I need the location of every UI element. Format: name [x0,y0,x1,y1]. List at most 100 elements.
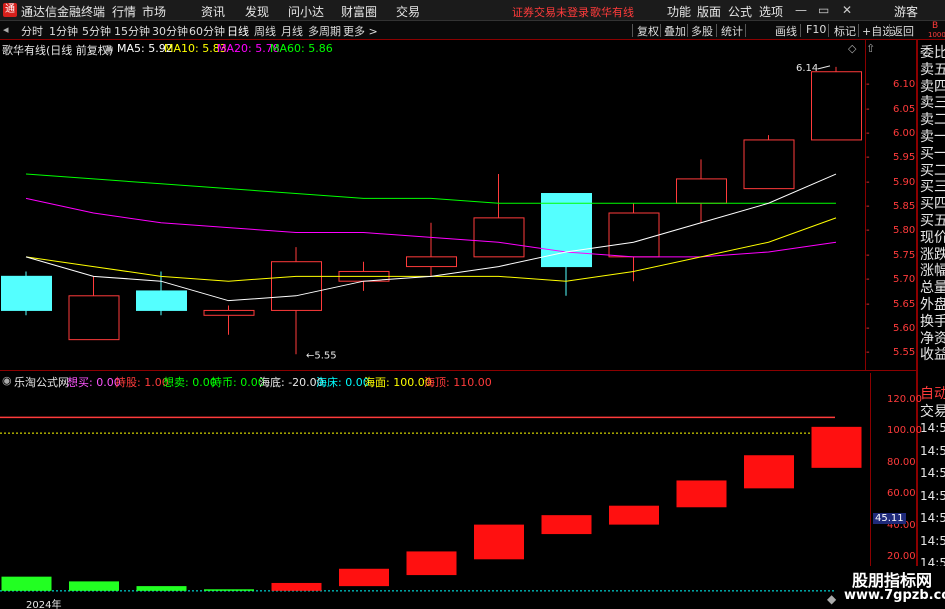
indicator-bar [811,426,862,468]
watermark: 股朋指标网 www.7gpzb.com [838,566,945,609]
tool-back[interactable]: 返回 [892,23,914,39]
indicator-field: 海顶: 110.00 [424,376,492,389]
price-tick: - [866,249,870,261]
back-arrow-icon[interactable]: ◂ [3,23,9,36]
price-tick: - [866,322,870,334]
user-guest[interactable]: 游客 [894,3,918,20]
candle-body [473,217,525,258]
tool-f10[interactable]: F10 [806,23,826,36]
period-monthly[interactable]: 月线 [281,23,303,39]
settings-dot-icon[interactable]: ◉ [104,42,114,55]
toolbar-divider [716,24,717,37]
panel-divider [0,370,917,371]
indicator-chart[interactable] [0,389,870,594]
price-tick-label: 5.90 [893,176,916,188]
period-60min[interactable]: 60分钟 [189,23,225,39]
candle-body [608,212,660,258]
candlestick-chart[interactable]: 6.14 ←5.55 [0,56,865,370]
menu-xuanxiang[interactable]: 选项 [759,3,783,20]
menu-jiaoyi[interactable]: 交易 [396,3,420,20]
indicator-field: 海床: 0.00 [316,376,370,389]
scroll-handle-icon[interactable]: ◆ [827,592,836,606]
tool-biaoji[interactable]: 标记 [834,23,856,39]
indicator-field: 想卖: 0.00 [163,376,217,389]
indicator-bar [474,524,524,560]
candle-body [676,178,727,204]
tool-tongji[interactable]: 统计 [721,23,743,39]
tool-diejia[interactable]: 叠加 [664,23,686,39]
candle [406,222,457,277]
ma60-value: MA60: 5.86 [270,42,333,55]
diamond-icon[interactable]: ◇ [848,42,856,55]
price-tick-label: 5.75 [893,249,916,261]
tool-fuquan[interactable]: 复权 [637,23,659,39]
indicator-bar [406,551,457,576]
corner-b: B [932,21,939,31]
indicator-field: 海面: 100.00 [364,376,432,389]
menu-shichang[interactable]: 市场 [142,3,166,20]
side-lower-item: 交易 [920,404,945,420]
indicator-axis: 120.00100.0080.0060.0040.0020.000.0045.1… [871,389,922,594]
menu-gongshi[interactable]: 公式 [728,3,752,20]
period-daily[interactable]: 日线 [227,23,249,39]
time-axis-bar: 2024年 ◆ [0,592,917,609]
candle [68,276,120,341]
title-stock-name: 歌华有线 [590,6,634,19]
tool-duogu[interactable]: 多股 [691,23,713,39]
menu-gongneng[interactable]: 功能 [667,3,691,20]
period-30min[interactable]: 30分钟 [152,23,188,39]
period-15min[interactable]: 15分钟 [114,23,150,39]
toolbar-divider [632,24,633,37]
toolbar-divider [660,24,661,37]
side-time: 14:56 [920,533,945,548]
indicator-tick-label: 80.00 [887,456,916,468]
side-time: 14:56 [920,466,945,480]
restore-icon[interactable]: ▭ [818,3,829,17]
period-1min[interactable]: 1分钟 [49,23,78,39]
quote-side-panel: 委比 卖五 卖四 卖三 卖二 卖一 买一 买二 买三 买四 买五 现价 涨跌 涨幅 总量 外盘 换手 净资 收益 自动… [917,40,945,609]
menu-faxian[interactable]: 发现 [245,3,269,20]
indicator-name: 乐淘公式网 [14,376,69,389]
period-multi[interactable]: 多周期 [308,23,341,39]
price-tick: - [866,274,870,286]
indicator-bar [136,586,187,591]
menu-banmian[interactable]: 版面 [697,3,721,20]
price-tick-label: 5.80 [893,225,916,237]
indicator-field: 想买: 0.00 [67,376,121,389]
menu-wenxiaoda[interactable]: 问小达 [288,3,324,20]
period-fenshi[interactable]: 分时 [21,23,43,39]
candle [743,135,795,190]
indicator-tick-label: 60.00 [887,488,916,500]
close-icon[interactable]: ✕ [842,3,852,17]
price-tick: - [866,225,870,237]
period-more[interactable]: 更多 > [343,23,378,39]
candle-body [203,309,255,316]
side-time: 14:56 [920,488,945,503]
price-tick: - [866,347,870,359]
minimize-icon[interactable]: — [795,3,807,17]
settings-dot-icon[interactable]: ◉ [2,374,12,387]
side-time: 14:56 [920,443,945,458]
up-arrow-icon[interactable]: ⇧ [866,42,875,55]
toolbar-divider [858,24,859,37]
candle-body [136,290,187,311]
price-tick-label: 5.85 [893,201,916,213]
current-value-badge: 45.11 [873,512,906,524]
price-tick-label: 6.10 [893,79,916,91]
menu-hangqing[interactable]: 行情 [112,3,136,20]
indicator-bar [541,515,592,535]
indicator-field: 持币: 0.00 [211,376,265,389]
year-label: 2024年 [26,600,62,609]
period-weekly[interactable]: 周线 [254,23,276,39]
login-warning[interactable]: 证券交易未登录 [512,4,589,20]
price-tick: - [866,152,870,164]
app-title: 通达信金融终端 [21,5,106,19]
indicator-bar [69,581,119,591]
period-5min[interactable]: 5分钟 [82,23,111,39]
price-tick-label: 5.60 [893,322,916,334]
menu-caifuquan[interactable]: 财富圈 [341,3,377,20]
price-tick-label: 6.00 [893,128,916,140]
tool-huaxian[interactable]: 画线 [775,23,797,39]
candle-body [406,256,457,268]
menu-zixun[interactable]: 资讯 [201,3,225,20]
